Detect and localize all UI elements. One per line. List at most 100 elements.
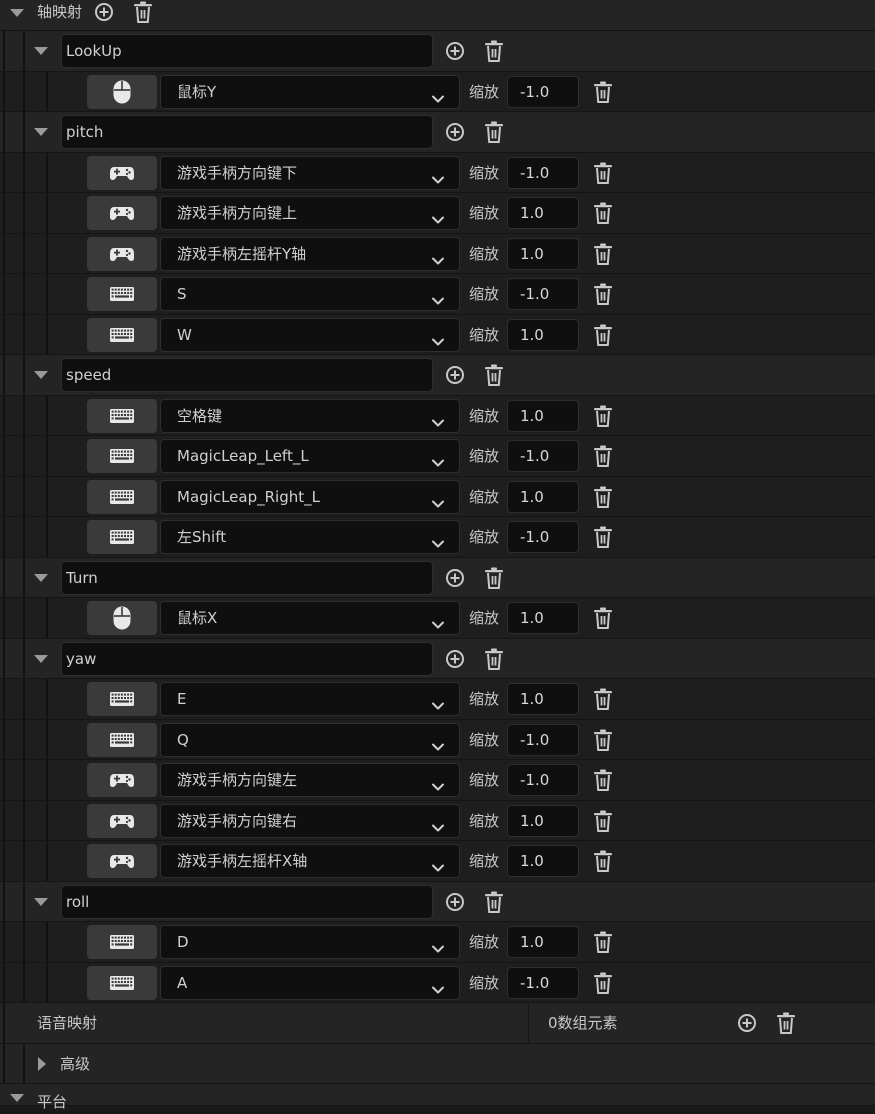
scale-input[interactable]: 1.0	[507, 602, 579, 634]
key-select[interactable]: 鼠标Y	[160, 74, 460, 109]
keyboard-icon-button[interactable]	[87, 317, 157, 352]
keyboard-icon-button[interactable]	[87, 682, 157, 716]
delete-axis-button[interactable]	[483, 40, 505, 62]
add-speech-mapping-button[interactable]	[736, 1012, 758, 1034]
scale-input[interactable]: -1.0	[507, 75, 579, 108]
scale-input[interactable]: -1.0	[507, 966, 579, 999]
axis-name-input[interactable]: LookUp	[61, 34, 433, 68]
axis-name-input[interactable]: yaw	[61, 641, 433, 676]
delete-key-mapping-button[interactable]	[592, 162, 614, 184]
collapse-arrow-icon[interactable]	[10, 9, 24, 17]
delete-key-mapping-button[interactable]	[592, 972, 614, 994]
scale-input[interactable]: -1.0	[507, 723, 579, 756]
key-select[interactable]: 左Shift	[160, 520, 460, 554]
key-select[interactable]: 空格键	[160, 398, 460, 433]
collapse-arrow-icon[interactable]	[34, 128, 48, 136]
scale-input[interactable]: 1.0	[507, 480, 579, 513]
keyboard-icon-button[interactable]	[87, 398, 157, 433]
delete-key-mapping-button[interactable]	[592, 81, 614, 103]
scale-input[interactable]: 1.0	[507, 845, 579, 877]
keyboard-icon-button[interactable]	[87, 965, 157, 1000]
delete-axis-button[interactable]	[483, 121, 505, 143]
key-select[interactable]: MagicLeap_Right_L	[160, 479, 460, 514]
key-select[interactable]: Q	[160, 722, 460, 757]
gamepad-icon-button[interactable]	[87, 803, 157, 838]
delete-all-button[interactable]	[132, 1, 154, 23]
delete-key-mapping-button[interactable]	[592, 405, 614, 427]
delete-key-mapping-button[interactable]	[592, 243, 614, 265]
collapse-arrow-icon[interactable]	[34, 47, 48, 55]
scale-input[interactable]: -1.0	[507, 521, 579, 553]
scale-input[interactable]: -1.0	[507, 764, 579, 796]
delete-axis-button[interactable]	[483, 567, 505, 589]
delete-key-mapping-button[interactable]	[592, 324, 614, 346]
keyboard-icon-button[interactable]	[87, 479, 157, 514]
delete-key-mapping-button[interactable]	[592, 283, 614, 305]
keyboard-icon-button[interactable]	[87, 722, 157, 757]
collapse-arrow-icon[interactable]	[10, 1094, 24, 1102]
key-select[interactable]: D	[160, 925, 460, 959]
add-key-mapping-button[interactable]	[444, 891, 466, 913]
scale-input[interactable]: -1.0	[507, 278, 579, 310]
axis-name-input[interactable]: pitch	[61, 115, 433, 149]
delete-key-mapping-button[interactable]	[592, 202, 614, 224]
keyboard-icon-button[interactable]	[87, 439, 157, 473]
scale-input[interactable]: 1.0	[507, 197, 579, 229]
key-select[interactable]: A	[160, 965, 460, 1000]
delete-key-mapping-button[interactable]	[592, 850, 614, 872]
mouse-icon-button[interactable]	[87, 601, 157, 635]
key-select[interactable]: S	[160, 277, 460, 311]
delete-key-mapping-button[interactable]	[592, 729, 614, 751]
delete-key-mapping-button[interactable]	[592, 931, 614, 953]
key-select[interactable]: 游戏手柄方向键上	[160, 196, 460, 230]
gamepad-icon-button[interactable]	[87, 844, 157, 878]
collapse-arrow-icon[interactable]	[34, 897, 48, 906]
delete-axis-button[interactable]	[483, 364, 505, 386]
gamepad-icon-button[interactable]	[87, 155, 157, 190]
delete-key-mapping-button[interactable]	[592, 526, 614, 548]
add-key-mapping-button[interactable]	[444, 364, 466, 386]
delete-key-mapping-button[interactable]	[592, 688, 614, 710]
key-select[interactable]: 游戏手柄方向键右	[160, 803, 460, 838]
delete-key-mapping-button[interactable]	[592, 486, 614, 508]
delete-key-mapping-button[interactable]	[592, 769, 614, 791]
add-axis-mapping-button[interactable]	[93, 1, 115, 23]
scale-input[interactable]: 1.0	[507, 804, 579, 837]
key-select[interactable]: 鼠标X	[160, 601, 460, 635]
delete-key-mapping-button[interactable]	[592, 445, 614, 467]
delete-key-mapping-button[interactable]	[592, 607, 614, 629]
collapse-arrow-icon[interactable]	[34, 654, 48, 663]
key-select[interactable]: 游戏手柄左摇杆Y轴	[160, 236, 460, 271]
key-select[interactable]: W	[160, 317, 460, 352]
axis-name-input[interactable]: Turn	[61, 560, 433, 595]
mouse-icon-button[interactable]	[87, 74, 157, 109]
keyboard-icon-button[interactable]	[87, 277, 157, 311]
scale-input[interactable]: -1.0	[507, 440, 579, 472]
keyboard-icon-button[interactable]	[87, 520, 157, 554]
add-key-mapping-button[interactable]	[444, 567, 466, 589]
key-select[interactable]: E	[160, 682, 460, 716]
scale-input[interactable]: 1.0	[507, 683, 579, 715]
collapse-arrow-icon[interactable]	[34, 371, 48, 379]
delete-axis-button[interactable]	[483, 648, 505, 670]
scale-input[interactable]: 1.0	[507, 237, 579, 270]
gamepad-icon-button[interactable]	[87, 763, 157, 797]
delete-key-mapping-button[interactable]	[592, 810, 614, 832]
scale-input[interactable]: -1.0	[507, 156, 579, 189]
delete-axis-button[interactable]	[483, 891, 505, 913]
advanced-section-row[interactable]: 高级	[0, 1043, 875, 1084]
gamepad-icon-button[interactable]	[87, 236, 157, 271]
key-select[interactable]: 游戏手柄方向键左	[160, 763, 460, 797]
collapse-arrow-icon[interactable]	[34, 573, 48, 582]
scale-input[interactable]: 1.0	[507, 926, 579, 958]
scale-input[interactable]: 1.0	[507, 318, 579, 351]
key-select[interactable]: 游戏手柄左摇杆X轴	[160, 844, 460, 878]
key-select[interactable]: 游戏手柄方向键下	[160, 155, 460, 190]
expand-arrow-icon[interactable]	[38, 1056, 46, 1071]
delete-speech-mappings-button[interactable]	[775, 1012, 797, 1034]
axis-name-input[interactable]: roll	[61, 884, 433, 919]
key-select[interactable]: MagicLeap_Left_L	[160, 439, 460, 473]
add-key-mapping-button[interactable]	[444, 648, 466, 670]
add-key-mapping-button[interactable]	[444, 121, 466, 143]
add-key-mapping-button[interactable]	[444, 40, 466, 62]
